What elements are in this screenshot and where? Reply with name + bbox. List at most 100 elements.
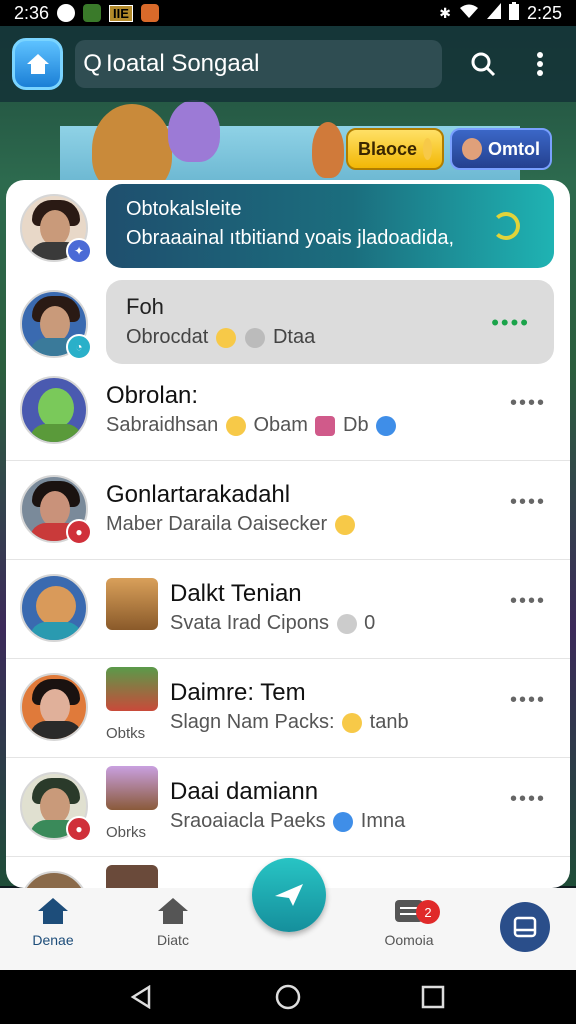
balance-pill-label: Blaoce	[358, 138, 418, 159]
avatar	[20, 871, 88, 888]
chat-title: Obtokalsleite	[126, 198, 242, 220]
chat-list-panel: ✦ Obtokalsleite Obraaainal ıtbitiand yoa…	[6, 180, 570, 888]
message-bubble[interactable]: Foh Obrocdat Dtaa ••••	[106, 280, 554, 364]
home-icon	[26, 54, 49, 74]
game-thumbnail	[106, 865, 158, 888]
nav-item-home[interactable]: Denae	[8, 896, 98, 966]
chat-name: Daai damiann	[170, 778, 319, 805]
nav-item-second[interactable]: Diatc	[128, 896, 218, 966]
house-icon	[158, 898, 188, 924]
chat-name: Gonlartarakadahl	[106, 481, 291, 508]
compose-fab-button[interactable]	[252, 858, 326, 932]
profile-avatar-icon	[462, 138, 482, 160]
game-thumbnail	[106, 766, 158, 810]
square-recents-icon	[421, 985, 445, 1009]
back-button[interactable]	[126, 982, 156, 1012]
search-text: Ioatal Songaal	[105, 50, 260, 77]
game-thumbnail	[106, 667, 158, 711]
chat-message: Obrocdat Dtaa	[126, 326, 316, 348]
search-button[interactable]	[460, 40, 507, 88]
kid-character-art	[312, 122, 344, 178]
smiley-emoji-icon	[334, 514, 355, 535]
highlighted-message-bubble[interactable]: Obtokalsleite Obraaainal ıtbitiand yoais…	[106, 184, 554, 268]
balance-pill-button[interactable]: Blaoce	[346, 128, 444, 170]
status-time-left: 2:36	[14, 2, 50, 23]
potion-emoji-icon	[376, 415, 397, 436]
search-icon	[471, 52, 496, 77]
bluetooth-icon: ✱	[439, 4, 451, 21]
chat-row[interactable]: ● Gonlartarakadahl Maber Daraila Oaiseck…	[6, 461, 570, 560]
chat-row[interactable]: ● Obrks Daai damiann Sraoaiacla Paeks Im…	[6, 758, 570, 857]
chat-message: Slagn Nam Packs: tanb	[170, 711, 409, 733]
status-bar: 2:36 IIE ✱ 2:25	[0, 0, 576, 26]
indicator-badge: IIE	[109, 4, 133, 22]
flame-icon	[140, 4, 159, 22]
purple-creature-art	[168, 100, 220, 162]
chat-name: Daimre: Tem	[170, 679, 306, 706]
status-badge: ●	[66, 519, 92, 545]
status-badge: ●	[66, 816, 92, 842]
chat-row[interactable]: Obrolan: Sabraidhsan Obam Db ••••	[6, 362, 570, 461]
clock-emoji-icon	[245, 327, 266, 348]
chat-message: Maber Daraila Oaisecker	[106, 513, 357, 536]
home-system-button[interactable]	[273, 982, 303, 1012]
smiley-emoji-icon	[215, 327, 236, 348]
chat-tag: Obrks	[106, 824, 147, 841]
avatar	[20, 574, 88, 642]
gift-emoji-icon	[315, 415, 336, 436]
status-badge: ✦	[66, 238, 92, 264]
nav-label: Denae	[32, 932, 74, 948]
chat-message: Svata Irad Cipons 0	[170, 612, 376, 634]
nav-item-messages[interactable]: Oomoia	[364, 896, 454, 966]
more-dots-icon[interactable]: ••••	[510, 590, 546, 613]
clock-emoji-icon	[336, 613, 357, 634]
top-app-bar: Q Ioatal Songaal	[0, 26, 576, 102]
more-dots-icon[interactable]: ••••	[510, 689, 546, 712]
loading-ring-icon	[492, 212, 520, 240]
overflow-menu-button[interactable]	[517, 40, 564, 88]
wifi-icon	[459, 3, 479, 24]
circle-home-icon	[275, 984, 301, 1010]
game-notification-icon	[83, 4, 102, 22]
status-badge: ◔	[66, 334, 92, 360]
chat-name: Dalkt Tenian	[170, 580, 302, 607]
chat-row[interactable]: ◔ Foh Obrocdat Dtaa ••••	[6, 276, 570, 375]
chat-message: Obraaainal ıtbitiand yoais jladoadida,	[126, 227, 454, 249]
send-icon	[275, 884, 303, 906]
recents-button[interactable]	[418, 982, 448, 1012]
signal-icon	[486, 2, 501, 24]
chat-message: Sraoaiacla Paeks Imna	[170, 810, 406, 832]
more-dots-icon[interactable]: ••••	[510, 491, 546, 514]
chat-row[interactable]: ✦ Obtokalsleite Obraaainal ıtbitiand yoa…	[6, 180, 570, 279]
chat-row[interactable]: Obtks Daimre: Tem Slagn Nam Packs: tanb …	[6, 659, 570, 758]
nav-label: Oomoia	[384, 932, 434, 948]
avatar	[20, 376, 88, 444]
more-dots-icon[interactable]: ••••	[510, 788, 546, 811]
chat-name: Obrolan:	[106, 382, 199, 409]
chat-tag: Obtks	[106, 725, 146, 742]
home-button[interactable]	[12, 38, 64, 90]
check-emoji-icon	[333, 811, 354, 832]
back-icon	[130, 985, 151, 1009]
profile-pill-label: Omtol	[488, 138, 540, 159]
more-dots-icon[interactable]: ••••	[491, 310, 530, 336]
system-navigation-bar	[0, 970, 576, 1024]
home-icon	[38, 898, 68, 924]
chat-row[interactable]: Dalkt Tenian Svata Irad Cipons 0 ••••	[6, 560, 570, 659]
notification-count-badge: 2	[416, 900, 440, 924]
nav-label: Diatc	[157, 932, 189, 948]
game-thumbnail	[106, 578, 158, 630]
smiley-emoji-icon	[342, 712, 363, 733]
status-time-right: 2:25	[526, 2, 562, 23]
chat-title: Foh	[126, 294, 164, 319]
smiley-emoji-icon	[225, 415, 246, 436]
more-dots-icon[interactable]: ••••	[510, 392, 546, 415]
window-button[interactable]	[500, 902, 550, 952]
chat-message: Sabraidhsan Obam Db	[106, 414, 398, 437]
profile-pill-button[interactable]: Omtol	[450, 128, 552, 170]
window-icon	[513, 916, 537, 938]
avatar	[20, 673, 88, 741]
search-input[interactable]: Q Ioatal Songaal	[75, 40, 442, 88]
more-vert-icon	[537, 52, 544, 76]
smiley-coin-icon	[423, 138, 432, 160]
